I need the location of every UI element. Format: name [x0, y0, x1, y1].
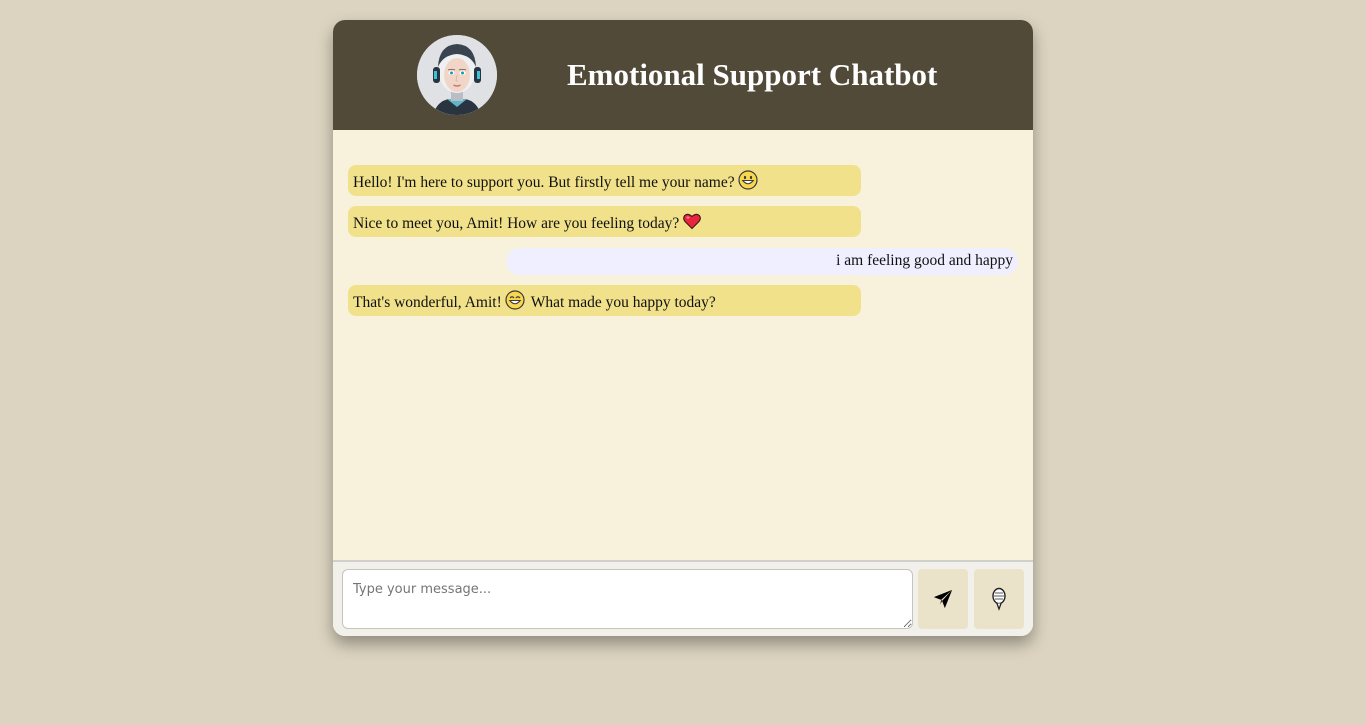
microphone-button[interactable] [974, 569, 1024, 629]
send-button[interactable] [918, 569, 968, 629]
user-message: i am feeling good and happy [506, 248, 1018, 275]
message-text: Hello! I'm here to support you. But firs… [353, 174, 735, 191]
message-text: That's wonderful, Amit! [353, 294, 502, 311]
message-list: Hello! I'm here to support you. But firs… [333, 130, 1033, 560]
message-input[interactable] [342, 569, 913, 629]
chat-header: Emotional Support Chatbot [333, 20, 1033, 130]
red-heart-icon [682, 211, 702, 236]
bot-message: Nice to meet you, Amit! How are you feel… [348, 206, 861, 237]
bot-message: That's wonderful, Amit! What made you ha… [348, 285, 861, 316]
robot-avatar-icon [417, 35, 497, 115]
grinning-face-icon [738, 170, 758, 195]
bot-message: Hello! I'm here to support you. But firs… [348, 165, 861, 196]
grinning-smiling-eyes-icon [505, 290, 525, 315]
chat-window: Emotional Support Chatbot Hello! I'm her… [333, 20, 1033, 636]
input-area [333, 560, 1033, 636]
message-text-continued: What made you happy today? [530, 294, 716, 311]
page-title: Emotional Support Chatbot [567, 57, 938, 92]
message-text: i am feeling good and happy [836, 252, 1013, 269]
message-text: Nice to meet you, Amit! How are you feel… [353, 215, 680, 232]
